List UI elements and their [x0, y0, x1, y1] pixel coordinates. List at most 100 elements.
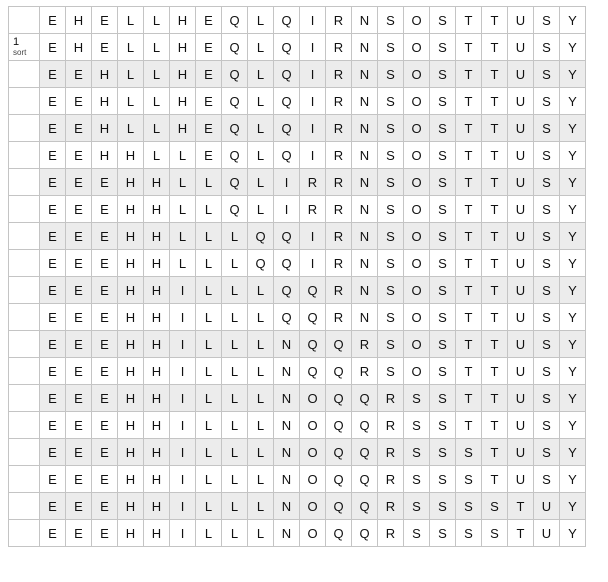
letter-cell: E: [65, 384, 92, 412]
letter-cell: L: [247, 465, 274, 493]
letter-cell: H: [169, 87, 196, 115]
letter-cell: E: [91, 276, 118, 304]
letter-cell: R: [325, 303, 352, 331]
letter-cell: E: [65, 276, 92, 304]
letter-cell: L: [169, 195, 196, 223]
letter-cell: I: [273, 195, 300, 223]
letter-cell: T: [481, 384, 508, 412]
letter-cell: L: [195, 168, 222, 196]
letter-cell: L: [169, 141, 196, 169]
letter-cell: E: [65, 168, 92, 196]
letter-cell: Q: [299, 303, 326, 331]
letter-cell: Q: [273, 303, 300, 331]
letter-cell: S: [429, 141, 456, 169]
letter-cell: E: [39, 33, 66, 61]
letter-cell: T: [481, 114, 508, 142]
letter-cell: L: [195, 222, 222, 250]
letter-cell: I: [273, 168, 300, 196]
letter-cell: T: [481, 6, 508, 34]
step-row: EEEHHILLLNOQQRSSSSTUY: [8, 492, 586, 520]
letter-cell: S: [429, 384, 456, 412]
letter-cell: Q: [299, 357, 326, 385]
letter-cell: E: [39, 519, 66, 547]
letter-cell: I: [169, 303, 196, 331]
letter-cell: S: [377, 141, 404, 169]
letter-cell: R: [377, 519, 404, 547]
letter-cell: S: [533, 249, 560, 277]
sort-steps-body: E H E L L H E Q L Q I R N S O S T T U S Y 1 sort E H E L L H E Q L Q I R N S…: [8, 6, 586, 547]
letter-cell: O: [403, 168, 430, 196]
letter-cell: Y: [559, 303, 586, 331]
letter-cell: S: [429, 87, 456, 115]
letter-cell: T: [455, 357, 482, 385]
letter-cell: R: [325, 33, 352, 61]
letter-cell: S: [429, 492, 456, 520]
letter-cell: R: [351, 357, 378, 385]
letter-cell: T: [455, 330, 482, 358]
step-sublabel: sort: [13, 48, 27, 57]
letter-cell: T: [455, 6, 482, 34]
letter-cell: Q: [299, 276, 326, 304]
letter-cell: T: [481, 276, 508, 304]
letter-cell: L: [247, 303, 274, 331]
step-label-cell: [8, 195, 40, 223]
letter-cell: L: [169, 222, 196, 250]
letter-cell: E: [91, 438, 118, 466]
letter-cell: T: [455, 60, 482, 88]
letter-cell: Q: [247, 249, 274, 277]
letter-cell: O: [403, 114, 430, 142]
letter-cell: T: [507, 492, 534, 520]
letter-cell: Y: [559, 330, 586, 358]
letter-cell: Q: [273, 249, 300, 277]
letter-cell: R: [325, 276, 352, 304]
letter-cell: T: [481, 141, 508, 169]
letter-cell: E: [195, 33, 222, 61]
step-label-cell: [8, 60, 40, 88]
letter-cell: O: [403, 60, 430, 88]
letter-cell: I: [299, 33, 326, 61]
letter-cell: H: [91, 60, 118, 88]
letter-cell: L: [143, 60, 170, 88]
letter-cell: H: [143, 438, 170, 466]
letter-cell: I: [169, 465, 196, 493]
letter-cell: R: [325, 249, 352, 277]
letter-cell: O: [403, 33, 430, 61]
letter-cell: S: [533, 465, 560, 493]
step-row: EEHLLHEQLQIRNSOSTTUSY: [8, 60, 586, 88]
letter-cell: T: [455, 276, 482, 304]
letter-cell: E: [39, 276, 66, 304]
letter-cell: H: [91, 87, 118, 115]
letter-cell: N: [351, 249, 378, 277]
letter-cell: U: [507, 141, 534, 169]
letter-cell: H: [117, 276, 144, 304]
letter-cell: U: [507, 384, 534, 412]
letter-cell: Y: [559, 465, 586, 493]
letter-cell: R: [325, 222, 352, 250]
letter-cell: U: [507, 60, 534, 88]
letter-cell: Y: [559, 438, 586, 466]
step-label-cell: [8, 330, 40, 358]
letter-cell: L: [169, 249, 196, 277]
letter-cell: E: [91, 168, 118, 196]
letter-cell: L: [247, 33, 274, 61]
letter-cell: T: [481, 222, 508, 250]
letter-cell: L: [221, 492, 248, 520]
letter-cell: L: [117, 6, 144, 34]
letter-cell: L: [247, 411, 274, 439]
letter-cell: R: [377, 411, 404, 439]
letter-cell: E: [39, 6, 66, 34]
letter-cell: U: [507, 330, 534, 358]
letter-cell: H: [117, 195, 144, 223]
letter-cell: Q: [273, 276, 300, 304]
letter-cell: O: [403, 222, 430, 250]
letter-cell: T: [481, 330, 508, 358]
letter-cell: L: [247, 87, 274, 115]
letter-cell: E: [39, 114, 66, 142]
letter-cell: L: [195, 465, 222, 493]
letter-cell: E: [65, 492, 92, 520]
letter-cell: S: [429, 60, 456, 88]
letter-cell: Q: [351, 438, 378, 466]
letter-cell: L: [143, 6, 170, 34]
letter-cell: S: [533, 6, 560, 34]
letter-cell: Y: [559, 384, 586, 412]
